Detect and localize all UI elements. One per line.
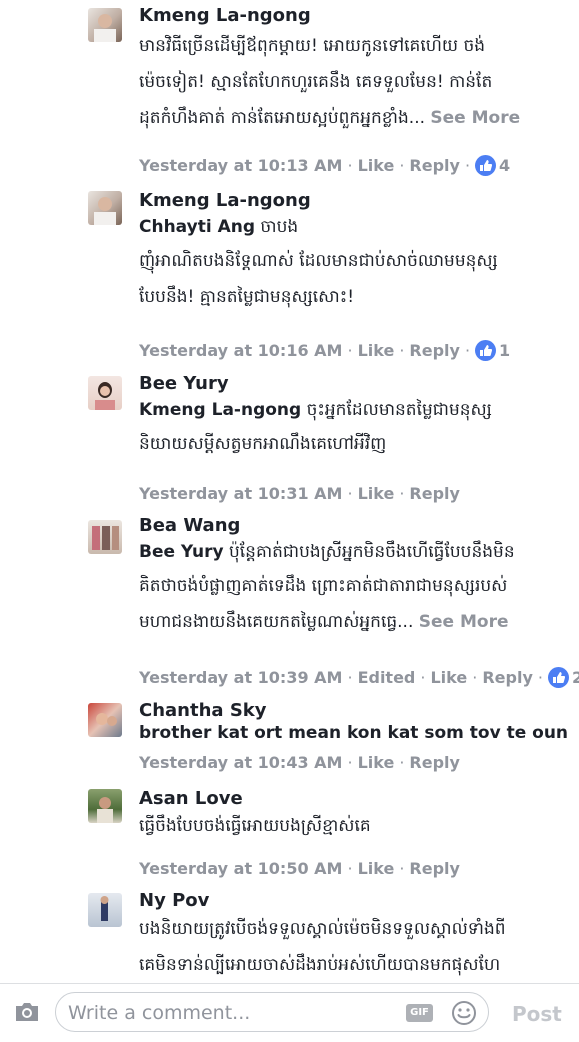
reply-link[interactable]: Reply xyxy=(409,341,460,360)
comment-text: ចុះអ្នកដែលមានតម្លៃជាមនុស្ស xyxy=(301,400,492,420)
comment-timestamp[interactable]: Yesterday at 10:50 AM xyxy=(139,859,342,878)
comment: Kmeng La-ngong មានវិធីច្រើនដើម្បីឪពុកម្ត… xyxy=(0,0,579,185)
comment-meta: Yesterday at 10:16 AM · Like · Reply · 1 xyxy=(139,340,511,361)
comment: Asan Love ធ្វើចឹងបែបចង់ធ្វើអោយបងស្រីខ្មា… xyxy=(0,785,579,885)
comment-meta: Yesterday at 10:43 AM · Like · Reply xyxy=(139,753,460,772)
reply-link[interactable]: Reply xyxy=(409,753,460,772)
like-reaction-icon[interactable] xyxy=(475,340,497,361)
like-link[interactable]: Like xyxy=(358,156,395,175)
see-more-link[interactable]: See More xyxy=(419,612,509,632)
comment-author[interactable]: Asan Love xyxy=(139,789,569,809)
reply-link[interactable]: Reply xyxy=(409,484,460,503)
comment: Bea Wang Bee Yury ប៉ុន្តែគាត់ជាបងស្រីអ្ន… xyxy=(0,512,579,697)
avatar[interactable] xyxy=(88,789,122,823)
reply-link[interactable]: Reply xyxy=(409,859,460,878)
reaction-count[interactable]: 4 xyxy=(499,156,510,175)
comment-text: ធ្វើចឹងបែបចង់ធ្វើអោយបងស្រីខ្មាស់គេ xyxy=(139,816,371,836)
avatar[interactable] xyxy=(88,8,122,42)
reply-link[interactable]: Reply xyxy=(482,668,533,687)
comment-timestamp[interactable]: Yesterday at 10:13 AM xyxy=(139,156,342,175)
comment-timestamp[interactable]: Yesterday at 10:31 AM xyxy=(139,484,342,503)
mention-link[interactable]: Bee Yury xyxy=(139,542,224,562)
avatar[interactable] xyxy=(88,191,122,225)
avatar[interactable] xyxy=(88,376,122,410)
mention-link[interactable]: Kmeng La-ngong xyxy=(139,400,301,420)
like-reaction-icon[interactable] xyxy=(547,667,569,688)
comment-text: បងនិយាយត្រូវបើចង់ទទួលស្គាល់ម៉េចមិនទទួលស្… xyxy=(139,919,506,975)
comment-input-placeholder: Write a comment... xyxy=(68,1002,251,1024)
like-link[interactable]: Like xyxy=(358,484,395,503)
comment-text: ញុំអាណិតបងនិទ្ដែណាស់ ដែលមានជាប់សាច់ឈាមមន… xyxy=(139,251,498,307)
like-link[interactable]: Like xyxy=(358,341,395,360)
comment-author[interactable]: Ny Pov xyxy=(139,891,569,911)
comment-meta: Yesterday at 10:31 AM · Like · Reply xyxy=(139,484,460,503)
comment-text: brother kat ort mean kon kat som tov te … xyxy=(139,723,569,743)
comment-text: ប៉ុន្តែគាត់ជាបងស្រីអ្នកមិនចឹងហើធ្វើបែបនឹ… xyxy=(223,542,515,562)
comment-input[interactable]: Write a comment... GIF xyxy=(55,992,489,1032)
like-link[interactable]: Like xyxy=(358,753,395,772)
comment-composer: Write a comment... GIF Post xyxy=(0,983,579,1042)
avatar[interactable] xyxy=(88,703,122,737)
emoji-icon[interactable] xyxy=(451,1000,477,1030)
comment: Bee Yury Kmeng La-ngong ចុះអ្នកដែលមានតម្… xyxy=(0,370,579,510)
comment-meta: Yesterday at 10:13 AM · Like · Reply · 4 xyxy=(139,155,511,176)
comment-text: និយាយសម្ដីសត្វមកអាណឹងគេហៅអីវិញ xyxy=(139,434,387,454)
comment-author[interactable]: Chantha Sky xyxy=(139,701,569,721)
comment-timestamp[interactable]: Yesterday at 10:16 AM xyxy=(139,341,342,360)
comment-author[interactable]: Bee Yury xyxy=(139,374,569,394)
comment-timestamp[interactable]: Yesterday at 10:43 AM xyxy=(139,753,342,772)
edited-label[interactable]: Edited xyxy=(358,668,416,687)
avatar[interactable] xyxy=(88,893,122,927)
reaction-count[interactable]: 2 xyxy=(572,668,579,687)
comment-author[interactable]: Kmeng La-ngong xyxy=(139,191,569,211)
comment-text: មានវិធីច្រើនដើម្បីឪពុកម្តាយ! អោយកូនទៅគេហ… xyxy=(139,36,521,128)
comment-timestamp[interactable]: Yesterday at 10:39 AM xyxy=(139,668,342,687)
comment-author[interactable]: Kmeng La-ngong xyxy=(139,6,569,26)
like-link[interactable]: Like xyxy=(430,668,467,687)
post-button[interactable]: Post xyxy=(512,1002,562,1026)
comment: Chantha Sky brother kat ort mean kon kat… xyxy=(0,697,579,785)
comment-text: គិតថាចង់បំផ្លាញគាត់ទេដឹង ព្រោះគាត់ជាតារា… xyxy=(139,576,509,632)
comment: Kmeng La-ngong Chhayti Ang ចាបង ញុំអាណិត… xyxy=(0,185,579,365)
comment-list: Kmeng La-ngong មានវិធីច្រើនដើម្បីឪពុកម្ត… xyxy=(0,0,579,983)
avatar[interactable] xyxy=(88,520,122,554)
comment: Ny Pov បងនិយាយត្រូវបើចង់ទទួលស្គាល់ម៉េចមិ… xyxy=(0,889,579,983)
gif-button[interactable]: GIF xyxy=(406,1004,433,1022)
comment-text: ចាបង xyxy=(255,217,299,237)
comment-meta: Yesterday at 10:50 AM · Like · Reply xyxy=(139,859,460,878)
see-more-link[interactable]: See More xyxy=(430,108,520,128)
comment-meta: Yesterday at 10:39 AM · Edited · Like · Reply ·… xyxy=(139,667,579,688)
camera-icon[interactable] xyxy=(14,1001,40,1027)
like-link[interactable]: Like xyxy=(358,859,395,878)
mention-link[interactable]: Chhayti Ang xyxy=(139,217,255,237)
comment-author[interactable]: Bea Wang xyxy=(139,516,569,536)
like-reaction-icon[interactable] xyxy=(475,155,497,176)
reaction-count[interactable]: 1 xyxy=(499,341,510,360)
reply-link[interactable]: Reply xyxy=(409,156,460,175)
